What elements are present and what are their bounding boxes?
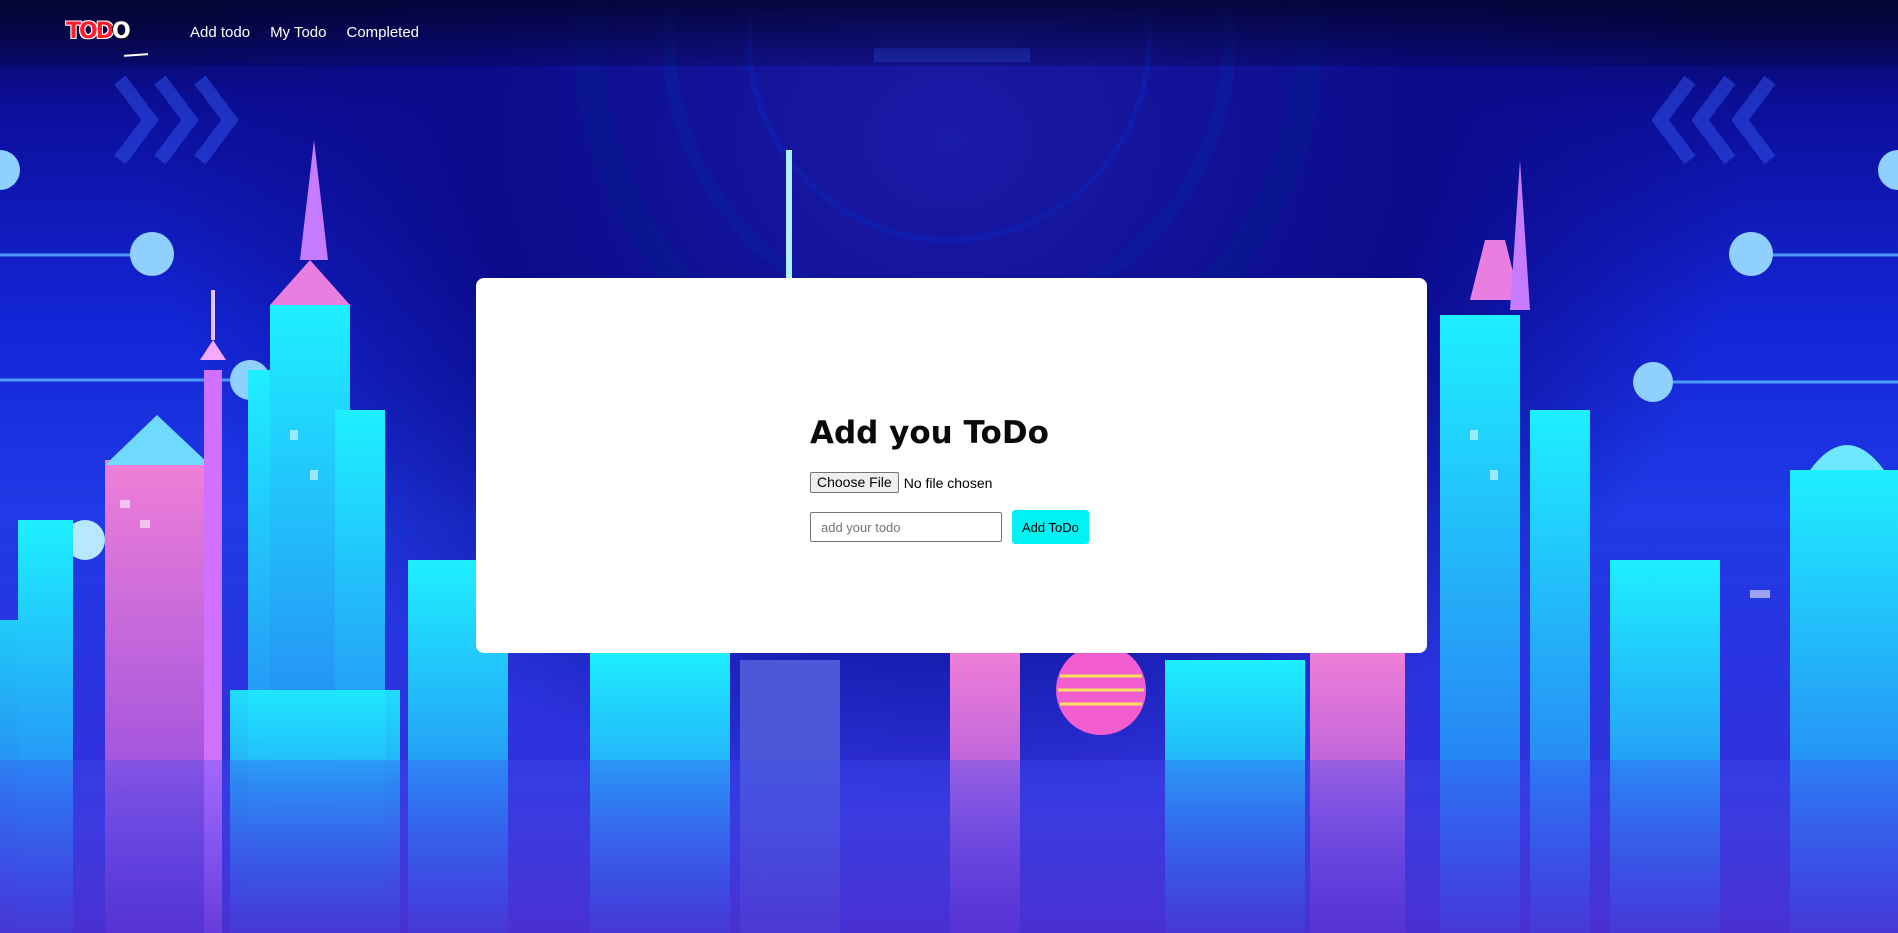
choose-file-button[interactable]: Choose File xyxy=(810,472,899,493)
nav-link-my-todo[interactable]: My Todo xyxy=(270,24,326,42)
file-status-text: No file chosen xyxy=(903,474,993,491)
file-upload-field: Choose File No file chosen xyxy=(810,472,1210,493)
nav-links: Add todo My Todo Completed xyxy=(190,24,419,42)
page: TODO Add todo My Todo Completed Add you … xyxy=(0,0,1898,933)
todo-entry-row: Add ToDo xyxy=(810,510,1210,544)
logo-swoosh-icon xyxy=(123,53,149,57)
page-title: Add you ToDo xyxy=(810,415,1049,451)
add-todo-card: Add you ToDo Choose File No file chosen … xyxy=(476,278,1427,653)
todo-input[interactable] xyxy=(810,512,1002,542)
top-navbar: TODO Add todo My Todo Completed xyxy=(0,0,1898,66)
logo-wordmark: TODO xyxy=(66,19,131,44)
todo-logo[interactable]: TODO xyxy=(66,19,149,59)
nav-link-completed[interactable]: Completed xyxy=(346,24,419,42)
add-todo-form: Add you ToDo Choose File No file chosen … xyxy=(810,414,1210,544)
add-todo-button[interactable]: Add ToDo xyxy=(1012,510,1089,544)
nav-link-add-todo[interactable]: Add todo xyxy=(190,24,250,42)
